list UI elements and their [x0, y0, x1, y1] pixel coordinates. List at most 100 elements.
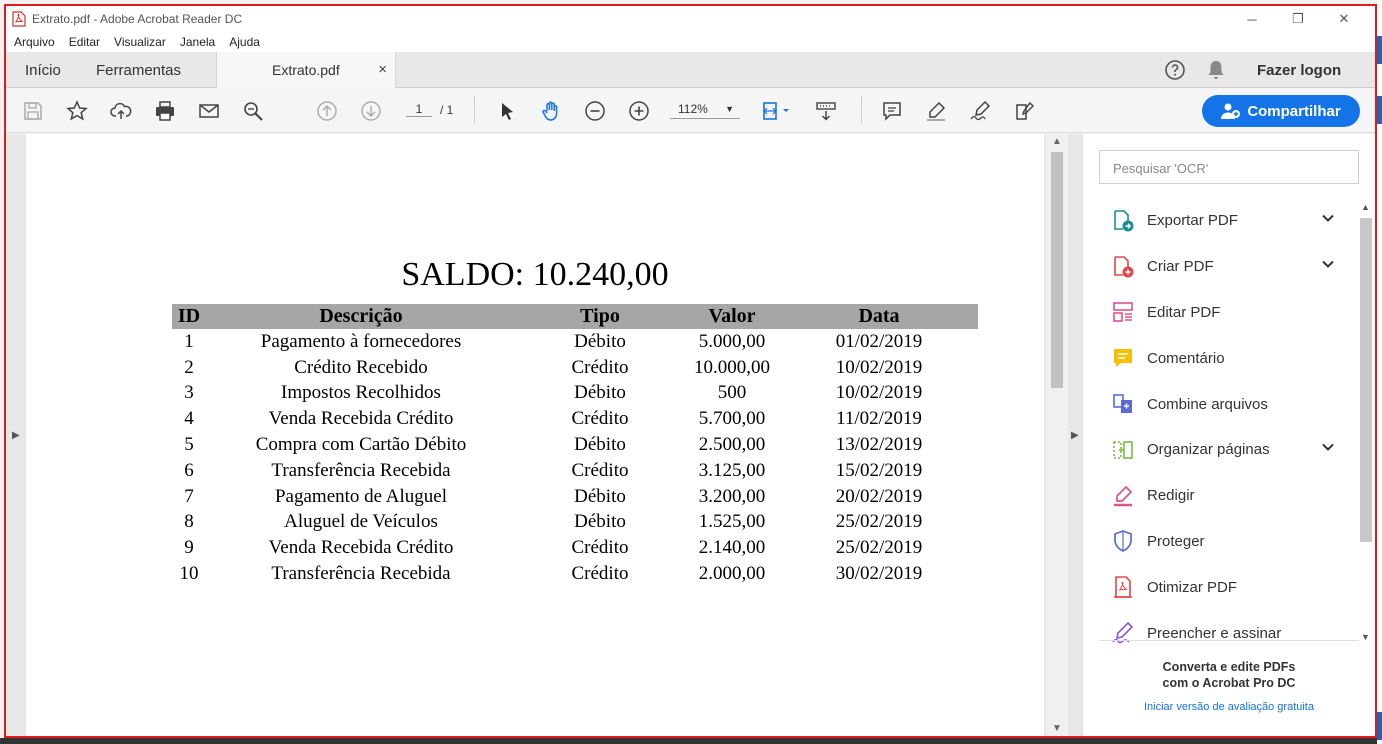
add-user-icon — [1221, 103, 1241, 119]
tools-scrollbar[interactable]: ▲ ▼ — [1358, 202, 1374, 642]
zoom-in-icon[interactable] — [625, 97, 653, 125]
table-header-row: ID Descrição Tipo Valor Data — [172, 304, 978, 329]
cell-descricao: Venda Recebida Crédito — [268, 408, 454, 430]
tool-combine-arquivos[interactable]: Combine arquivos — [1099, 381, 1343, 427]
menu-ajuda[interactable]: Ajuda — [229, 35, 260, 49]
edit-pdf-icon — [1113, 302, 1133, 323]
optimize-pdf-icon — [1114, 576, 1132, 599]
chevron-down-icon[interactable] — [1321, 257, 1335, 271]
menu-arquivo[interactable]: Arquivo — [14, 35, 55, 49]
cell-id: 1 — [184, 330, 194, 352]
combine-files-icon — [1113, 394, 1132, 414]
bookmark-star-icon[interactable] — [63, 97, 91, 125]
comment-icon — [1114, 349, 1132, 368]
acrobat-window: Extrato.pdf - Adobe Acrobat Reader DC ─ … — [0, 0, 1382, 744]
scrollbar-thumb[interactable] — [1051, 152, 1063, 388]
table-row: 3 Impostos Recolhidos Débito 500 10/02/2019 — [172, 381, 978, 407]
column-header-descricao: Descrição — [206, 304, 516, 329]
highlight-pen-icon[interactable] — [922, 97, 950, 125]
cell-descricao: Aluguel de Veículos — [284, 511, 438, 533]
tool-proteger[interactable]: Proteger — [1099, 519, 1343, 565]
chevron-down-icon[interactable] — [1321, 211, 1335, 225]
hand-tool-icon[interactable] — [537, 97, 565, 125]
document-scrollbar[interactable]: ▲ ▼ — [1046, 134, 1068, 736]
tool-otimizar-pdf[interactable]: Otimizar PDF — [1099, 564, 1343, 610]
chevron-down-icon[interactable] — [1321, 440, 1335, 454]
table-row: 5 Compra com Cartão Débito Débito 2.500,00 1… — [172, 432, 978, 458]
cell-id: 2 — [184, 356, 194, 378]
minimize-button[interactable]: ─ — [1229, 8, 1275, 30]
tool-editar-pdf[interactable]: Editar PDF — [1099, 290, 1343, 336]
tool-criar-pdf[interactable]: Criar PDF — [1099, 244, 1343, 290]
tools-search-input[interactable]: Pesquisar 'OCR' — [1099, 150, 1359, 184]
scroll-up-icon[interactable]: ▲ — [1361, 202, 1370, 212]
cell-valor: 3.125,00 — [698, 459, 766, 481]
previous-page-icon[interactable] — [313, 97, 341, 125]
tab-tools[interactable]: Ferramentas — [96, 52, 181, 88]
cell-data: 11/02/2019 — [836, 408, 922, 430]
tab-bar: Início Ferramentas Extrato.pdf × Fazer l… — [6, 52, 1375, 88]
cell-id: 7 — [184, 485, 194, 507]
menu-visualizar[interactable]: Visualizar — [114, 35, 166, 49]
scroll-down-icon[interactable]: ▼ — [1052, 723, 1062, 734]
comment-icon[interactable] — [878, 97, 906, 125]
cloud-upload-icon[interactable] — [107, 97, 135, 125]
restore-button[interactable]: ❐ — [1275, 8, 1321, 30]
fill-form-icon[interactable] — [1010, 97, 1038, 125]
select-cursor-icon[interactable] — [493, 97, 521, 125]
cell-valor: 5.700,00 — [698, 408, 766, 430]
tool-organizar-paginas[interactable]: Organizar páginas — [1099, 427, 1343, 473]
scroll-mode-icon[interactable] — [812, 97, 840, 125]
column-header-valor: Valor — [684, 304, 780, 329]
share-label: Compartilhar — [1247, 102, 1341, 120]
cell-valor: 500 — [717, 382, 747, 404]
chevron-down-icon: ▼ — [725, 104, 734, 114]
email-icon[interactable] — [195, 97, 223, 125]
right-panel-toggle[interactable]: ▶ — [1068, 134, 1082, 736]
close-tab-button[interactable]: × — [378, 61, 387, 78]
print-icon[interactable] — [151, 97, 179, 125]
left-panel-toggle[interactable]: ▶ — [6, 134, 26, 736]
cell-tipo: Débito — [574, 434, 626, 456]
tools-panel: Pesquisar 'OCR' Exportar PDF Criar PDF E… — [1082, 134, 1375, 736]
login-button[interactable]: Fazer logon — [1257, 52, 1341, 88]
menu-janela[interactable]: Janela — [180, 35, 215, 49]
zoom-select[interactable]: 112% ▼ — [670, 102, 740, 119]
save-icon[interactable] — [19, 97, 47, 125]
tool-redigir[interactable]: Redigir — [1099, 473, 1343, 519]
scrollbar-thumb[interactable] — [1360, 218, 1372, 542]
cell-id: 9 — [184, 537, 194, 559]
free-trial-link[interactable]: Iniciar versão de avaliação gratuita — [1099, 701, 1359, 713]
share-button[interactable]: Compartilhar — [1202, 95, 1360, 127]
close-window-button[interactable]: ✕ — [1321, 8, 1367, 30]
cell-data: 20/02/2019 — [835, 485, 923, 507]
help-icon[interactable] — [1164, 52, 1186, 88]
notifications-bell-icon[interactable] — [1206, 52, 1226, 88]
sign-pen-icon[interactable] — [966, 97, 994, 125]
balance-heading: SALDO: 10.240,00 — [401, 256, 669, 293]
tool-exportar-pdf[interactable]: Exportar PDF — [1099, 198, 1343, 244]
current-page-input[interactable]: 1 — [406, 102, 432, 117]
total-pages: / 1 — [440, 102, 454, 117]
tab-home[interactable]: Início — [25, 52, 61, 88]
find-zoom-icon[interactable] — [239, 97, 267, 125]
expand-left-icon: ▶ — [12, 430, 20, 441]
background-window-accent — [1377, 36, 1382, 64]
cell-valor: 10.000,00 — [694, 356, 770, 378]
upgrade-promo: Converta e edite PDFs com o Acrobat Pro … — [1099, 640, 1359, 713]
promo-line-2: com o Acrobat Pro DC — [1162, 676, 1296, 690]
zoom-out-icon[interactable] — [581, 97, 609, 125]
table-row: 4 Venda Recebida Crédito Crédito 5.700,00 11… — [172, 406, 978, 432]
scroll-up-icon[interactable]: ▲ — [1052, 136, 1062, 147]
tab-document[interactable]: Extrato.pdf × — [216, 52, 396, 88]
window-title: Extrato.pdf - Adobe Acrobat Reader DC — [32, 12, 243, 26]
cell-tipo: Crédito — [571, 408, 629, 430]
page-fit-icon[interactable] — [756, 97, 796, 125]
toolbar: 1 / 1 112% ▼ Compartilhar — [6, 89, 1375, 133]
tool-comentario[interactable]: Comentário — [1099, 335, 1343, 381]
cell-id: 10 — [179, 563, 199, 585]
next-page-icon[interactable] — [357, 97, 385, 125]
scroll-down-icon[interactable]: ▼ — [1361, 632, 1370, 642]
menu-editar[interactable]: Editar — [69, 35, 100, 49]
cell-descricao: Pagamento de Aluguel — [274, 485, 448, 507]
